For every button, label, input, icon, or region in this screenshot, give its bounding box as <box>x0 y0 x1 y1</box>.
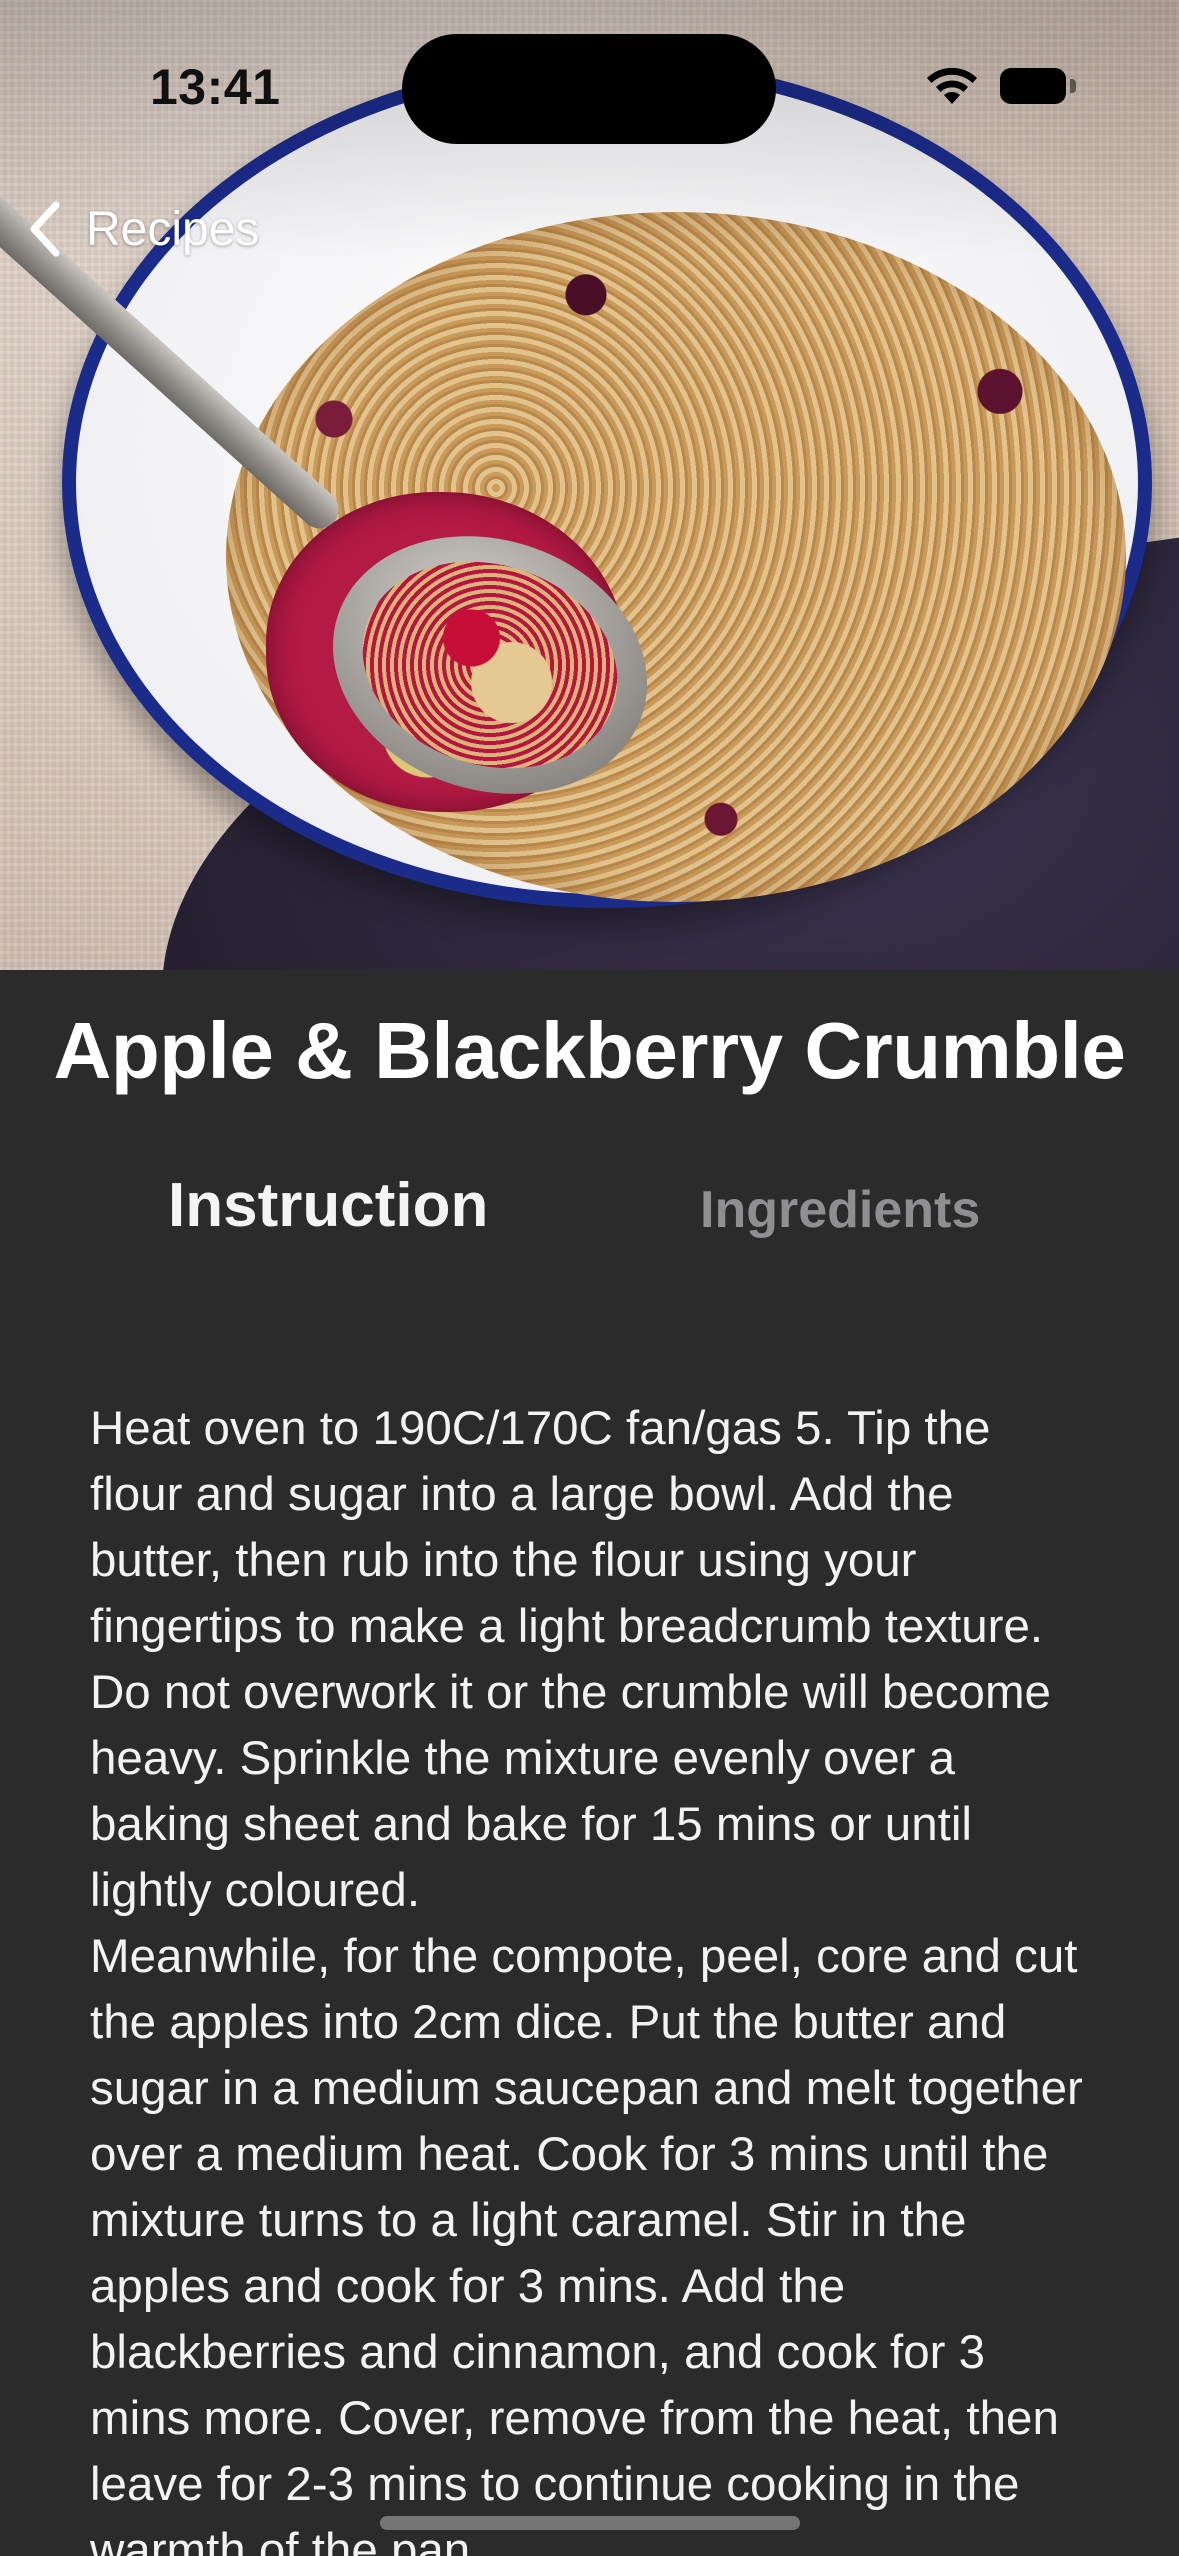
battery-level <box>1000 68 1066 104</box>
home-indicator[interactable] <box>380 2516 800 2530</box>
battery-icon <box>1000 68 1078 104</box>
instruction-paragraph: Heat oven to 190C/170C fan/gas 5. Tip th… <box>90 1402 1051 1917</box>
wifi-icon <box>927 67 977 104</box>
status-time: 13:41 <box>150 59 281 115</box>
recipe-title: Apple & Blackberry Crumble <box>53 1006 1126 1095</box>
recipe-hero-image <box>0 0 1179 970</box>
back-button[interactable]: Recipes <box>24 192 259 266</box>
chevron-left-icon <box>30 201 60 257</box>
recipe-detail-screen: 13:41 Recipes Apple & Blackberry Crumble… <box>0 0 1179 2556</box>
dynamic-island <box>402 34 776 144</box>
tab-instruction[interactable]: Instruction <box>168 1170 488 1241</box>
instructions-text: Heat oven to 190C/170C fan/gas 5. Tip th… <box>90 1396 1090 2556</box>
battery-cap <box>1070 79 1076 93</box>
tab-ingredients[interactable]: Ingredients <box>700 1180 980 1240</box>
instruction-paragraph: Meanwhile, for the compote, peel, core a… <box>90 1930 1083 2556</box>
back-button-label: Recipes <box>86 202 260 256</box>
